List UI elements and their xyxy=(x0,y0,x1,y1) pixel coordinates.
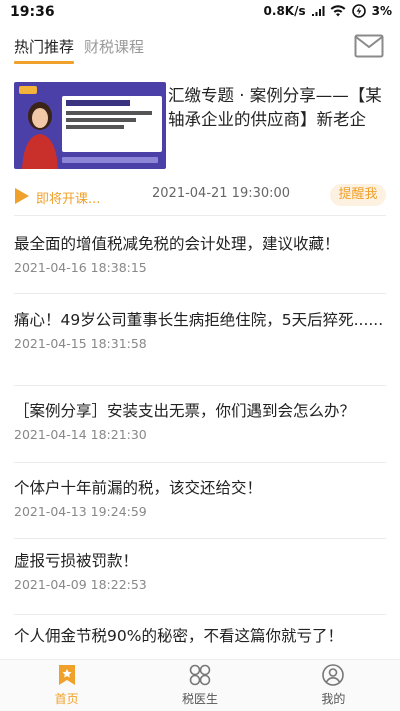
course-card xyxy=(62,96,162,152)
article-title: 虚报亏损被罚款！ xyxy=(14,552,139,570)
article-title: 个体户十年前漏的税，该交还给交！ xyxy=(14,479,263,497)
status-indicators: 0.8K/s 3% xyxy=(264,4,392,18)
battery-level: 3% xyxy=(371,4,392,18)
live-row: 即将开课... 2021-04-21 19:30:00 提醒我 xyxy=(14,184,386,208)
article-date: 2021-04-15 18:31:58 xyxy=(14,336,147,351)
nav-label: 我的 xyxy=(321,692,346,706)
list-item[interactable]: 虚报亏损被罚款！ 2021-04-09 18:22:53 xyxy=(14,549,386,592)
user-icon xyxy=(322,664,345,686)
featured-course[interactable]: 汇缴专题 · 案例分享——【某轴承企业的供应商】新老企业... xyxy=(14,82,386,174)
list-item[interactable]: 个人佣金节税90%的秘密，不看这篇你就亏了！ xyxy=(14,624,386,648)
article-title: ［案例分享］安装支出无票，你们遇到会怎么办？ xyxy=(14,402,356,420)
article-date: 2021-04-14 18:21:30 xyxy=(14,427,147,442)
divider xyxy=(14,614,386,615)
mail-icon[interactable] xyxy=(354,34,384,58)
network-speed: 0.8K/s xyxy=(263,4,306,18)
nav-home[interactable]: 首页 xyxy=(0,660,133,711)
bottom-nav: 首页 税医生 我的 xyxy=(0,659,400,711)
divider xyxy=(14,462,386,463)
divider xyxy=(14,215,386,216)
article-title: 最全面的增值税减免税的会计处理，建议收藏！ xyxy=(14,235,340,253)
article-title: 痛心！49岁公司董事长生病拒绝住院，5天后猝死...... xyxy=(14,311,384,329)
article-date: 2021-04-16 18:38:15 xyxy=(14,260,147,275)
nav-label: 首页 xyxy=(54,692,79,706)
article-date: 2021-04-13 19:24:59 xyxy=(14,504,147,519)
article-title: 个人佣金节税90%的秘密，不看这篇你就亏了！ xyxy=(14,627,343,645)
nav-tax-doctor[interactable]: 税医生 xyxy=(133,660,266,711)
list-item[interactable]: 最全面的增值税减免税的会计处理，建议收藏！ 2021-04-16 18:38:1… xyxy=(14,232,386,275)
divider xyxy=(14,538,386,539)
battery-icon xyxy=(351,4,366,18)
status-time: 19:36 xyxy=(10,4,55,20)
home-bookmark-icon xyxy=(58,665,75,685)
play-icon xyxy=(15,188,29,204)
live-status: 即将开课... xyxy=(36,192,101,207)
list-item[interactable]: 个体户十年前漏的税，该交还给交！ 2021-04-13 19:24:59 xyxy=(14,476,386,519)
status-bar: 19:36 0.8K/s 3% xyxy=(0,0,400,26)
divider xyxy=(14,385,386,386)
list-item[interactable]: 痛心！49岁公司董事长生病拒绝住院，5天后猝死...... 2021-04-15… xyxy=(14,308,386,351)
course-time-strip xyxy=(62,157,158,163)
list-item[interactable]: ［案例分享］安装支出无票，你们遇到会怎么办？ 2021-04-14 18:21:… xyxy=(14,399,386,442)
nav-label: 税医生 xyxy=(181,692,218,706)
grid-icon xyxy=(189,664,211,686)
brand-logo xyxy=(19,86,37,94)
signal-icon xyxy=(311,6,325,16)
nav-mine[interactable]: 我的 xyxy=(267,660,400,711)
live-time: 2021-04-21 19:30:00 xyxy=(152,186,291,201)
top-tabs: 热门推荐 财税课程 xyxy=(14,36,144,64)
course-thumbnail[interactable] xyxy=(14,82,166,169)
featured-title[interactable]: 汇缴专题 · 案例分享——【某轴承企业的供应商】新老企业... xyxy=(168,84,386,134)
lecturer-photo xyxy=(22,102,58,169)
remind-me-button[interactable]: 提醒我 xyxy=(330,184,386,206)
tab-hot-recommend[interactable]: 热门推荐 xyxy=(14,36,75,64)
wifi-icon xyxy=(330,5,346,17)
tab-tax-courses[interactable]: 财税课程 xyxy=(84,36,144,64)
article-date: 2021-04-09 18:22:53 xyxy=(14,577,147,592)
divider xyxy=(14,293,386,294)
